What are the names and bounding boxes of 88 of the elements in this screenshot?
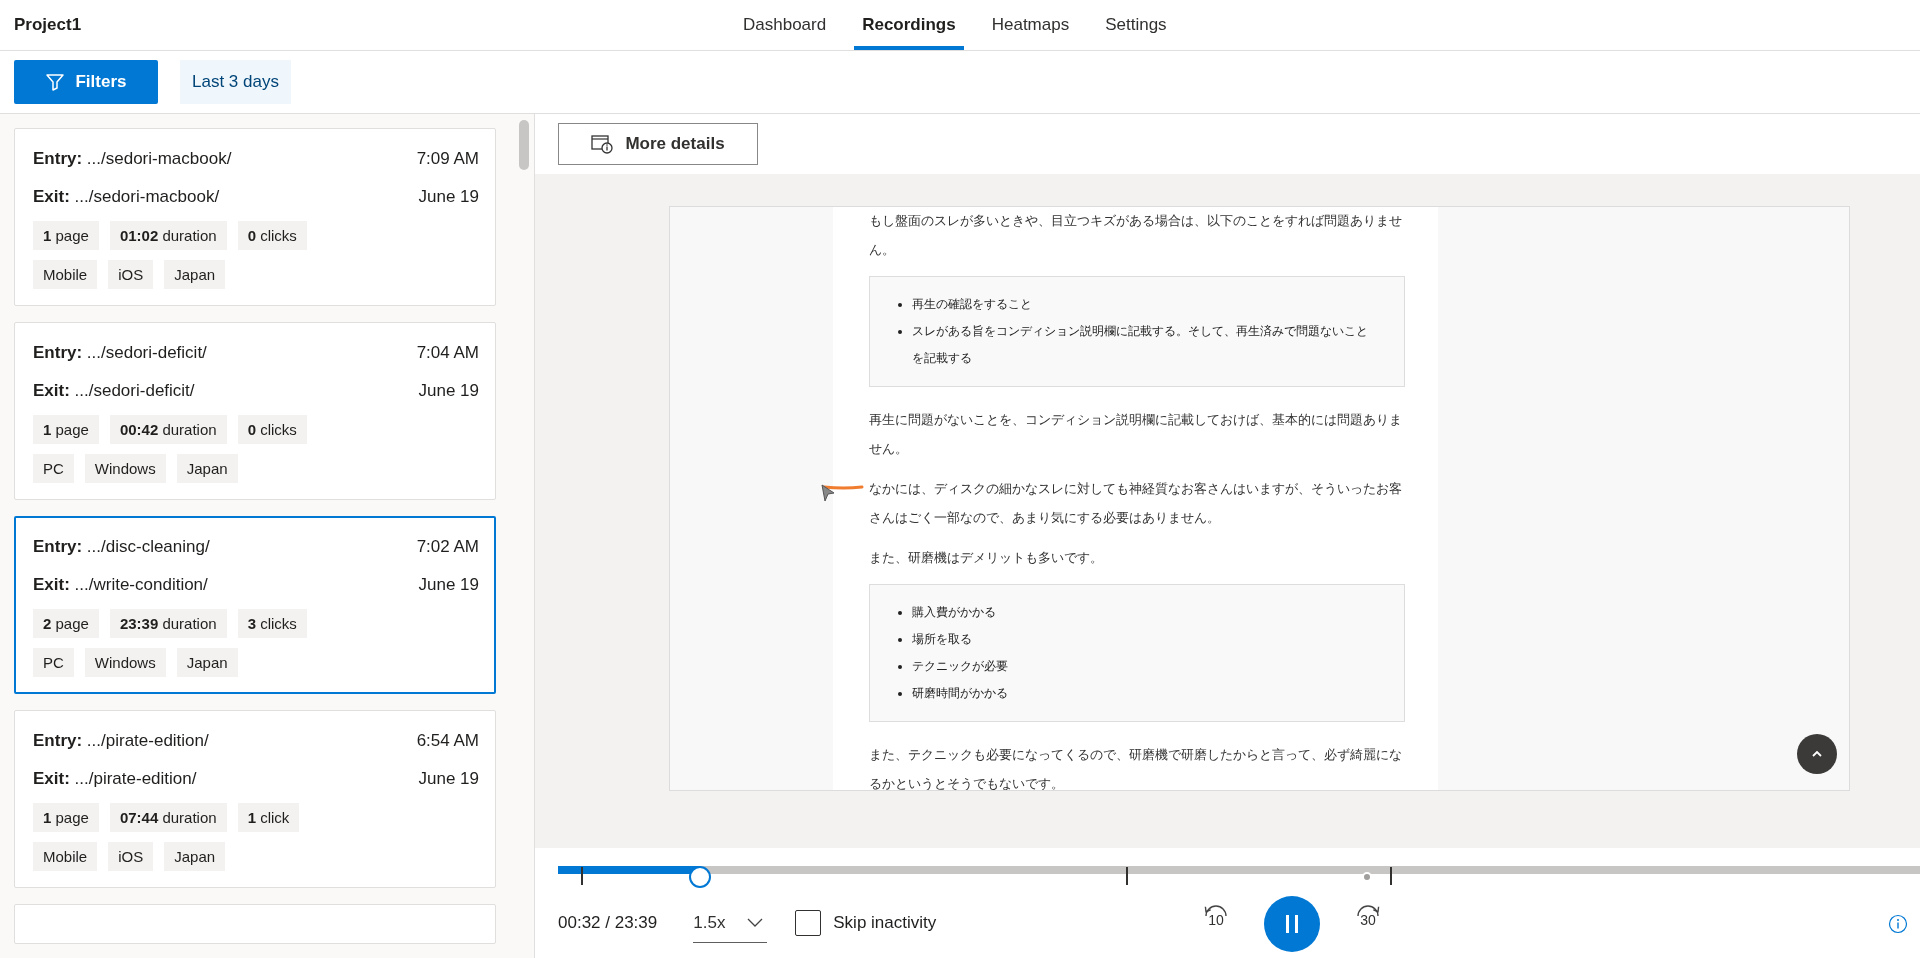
date-range-button[interactable]: Last 3 days — [180, 60, 291, 104]
exit-path: Exit: .../sedori-deficit/ — [33, 381, 195, 401]
pause-button[interactable] — [1264, 896, 1320, 952]
bullet-icon — [898, 638, 902, 642]
exit-path: Exit: .../write-condition/ — [33, 575, 208, 595]
event-marker — [581, 867, 584, 885]
entry-path: Entry: .../pirate-edition/ — [33, 731, 209, 751]
forward-button[interactable]: 30 — [1348, 902, 1388, 946]
info-icon[interactable] — [1888, 914, 1908, 934]
device-tag: iOS — [108, 842, 154, 871]
recording-time: 7:02 AM — [416, 537, 479, 557]
recording-date: June 19 — [418, 187, 479, 207]
rewind-button[interactable]: 10 — [1196, 902, 1236, 946]
device-tag: Japan — [176, 454, 238, 483]
chevron-down-icon — [747, 917, 764, 928]
exit-path: Exit: .../pirate-edition/ — [33, 769, 197, 789]
stat-tag: 3 clicks — [237, 609, 307, 638]
timeline-track[interactable] — [558, 866, 1920, 874]
page-paragraph: また、テクニックも必要になってくるので、研磨機で研磨したからと言って、必ず綺麗になるかというとそうでもないです。 — [869, 747, 1403, 790]
device-tag: PC — [33, 454, 74, 483]
recording-time: 6:54 AM — [416, 731, 479, 751]
recording-date: June 19 — [418, 769, 479, 789]
device-tag: Mobile — [33, 260, 98, 289]
scroll-to-top-button[interactable] — [1797, 734, 1837, 774]
stat-tag: 0 clicks — [237, 415, 307, 444]
event-marker — [1125, 867, 1128, 885]
list-item: 場所を取る — [912, 631, 972, 648]
scrollbar-thumb[interactable] — [519, 120, 529, 170]
stat-tag: 1 page — [33, 415, 99, 444]
page-paragraph: なかには、ディスクの細かなスレに対しても神経質なお客さんはいますが、そういったお客さんはごく一部なので、あまり気にする必要はありません。 — [869, 481, 1403, 527]
recording-date: June 19 — [418, 381, 479, 401]
recording-time: 7:04 AM — [416, 343, 479, 363]
stat-tag: 23:39 duration — [109, 609, 227, 638]
entry-path: Entry: .../sedori-deficit/ — [33, 343, 207, 363]
stat-tag: 01:02 duration — [109, 221, 227, 250]
recording-card[interactable]: Entry: .../pirate-edition/ 6:54 AM Exit: .../pirate-edition/ June 19 1 page 07:44 duration 1 click Mobile iOS Japan — [14, 710, 496, 888]
exit-path: Exit: .../sedori-macbook/ — [33, 187, 220, 207]
device-tag: iOS — [108, 260, 154, 289]
filters-button[interactable]: Filters — [14, 60, 158, 104]
page-paragraph: もし盤面のスレが多いときや、目立つキズがある場合は、以下のことをすれば問題ありません。 — [869, 213, 1403, 259]
entry-path: Entry: .../disc-cleaning/ — [33, 537, 210, 557]
recording-time: 7:09 AM — [416, 149, 479, 169]
list-item: スレがある旨をコンディション説明欄に記載する。そして、再生済みで問題ないことを記載する — [912, 323, 1369, 367]
device-tag: Japan — [164, 842, 226, 871]
stat-tag: 07:44 duration — [109, 803, 227, 832]
event-marker — [1390, 867, 1393, 885]
recording-card[interactable]: Entry: .../disc-cleaning/ 7:02 AM Exit: .../write-condition/ June 19 2 page 23:39 duration 3 clicks PC Windows Japan — [14, 516, 496, 694]
recording-card[interactable]: Entry: .../sedori-deficit/ 7:04 AM Exit: .../sedori-deficit/ June 19 1 page 00:42 duration 0 clicks PC Windows Japan — [14, 322, 496, 500]
entry-path: Entry: .../sedori-macbook/ — [33, 149, 232, 169]
recording-date: June 19 — [418, 575, 479, 595]
bullet-icon — [898, 665, 902, 669]
playback-time: 00:32 / 23:39 — [558, 913, 658, 933]
gap-dot — [1362, 872, 1372, 882]
bullet-icon — [898, 303, 902, 307]
device-tag: Windows — [84, 648, 166, 677]
nav-tab[interactable]: Recordings — [854, 0, 964, 50]
page-paragraph: 再生に問題がないことを、コンディション説明欄に記載しておけば、基本的には問題ありません。 — [869, 412, 1403, 458]
pause-icon — [1283, 913, 1301, 935]
device-tag: Japan — [164, 260, 226, 289]
device-tag: Windows — [84, 454, 166, 483]
nav-tab[interactable]: Heatmaps — [983, 0, 1078, 50]
stat-tag: 1 page — [33, 803, 99, 832]
recording-card[interactable]: Entry: .../sedori-macbook/ 7:09 AM Exit: .../sedori-macbook/ June 19 1 page 01:02 duration 0 clicks Mobile iOS Japan — [14, 128, 496, 306]
nav-tab[interactable]: Dashboard — [735, 0, 835, 50]
more-details-button[interactable]: More details — [558, 123, 758, 165]
device-tag: Japan — [176, 648, 238, 677]
list-item: 再生の確認をすること — [912, 296, 1032, 313]
stat-tag: 2 page — [33, 609, 99, 638]
stat-tag: 0 clicks — [237, 221, 307, 250]
list-item: 購入費がかかる — [912, 604, 996, 621]
device-tag: Mobile — [33, 842, 98, 871]
bullet-icon — [898, 692, 902, 696]
bullet-icon — [898, 330, 902, 334]
device-tag: PC — [33, 648, 74, 677]
timeline-thumb[interactable] — [688, 866, 711, 888]
list-item: 研磨時間がかかる — [912, 685, 1008, 702]
skip-inactivity-label: Skip inactivity — [833, 913, 937, 933]
filter-icon — [45, 72, 66, 92]
stat-tag: 1 click — [237, 803, 300, 832]
bullet-icon — [898, 611, 902, 615]
project-title: Project1 — [13, 15, 82, 35]
list-item: テクニックが必要 — [912, 658, 1008, 675]
info-window-icon — [591, 134, 614, 154]
stat-tag: 00:42 duration — [109, 415, 227, 444]
skip-inactivity-checkbox[interactable] — [795, 910, 822, 936]
stat-tag: 1 page — [33, 221, 99, 250]
page-paragraph: また、研磨機はデメリットも多いです。 — [869, 550, 1104, 567]
nav-tab[interactable]: Settings — [1097, 0, 1175, 50]
